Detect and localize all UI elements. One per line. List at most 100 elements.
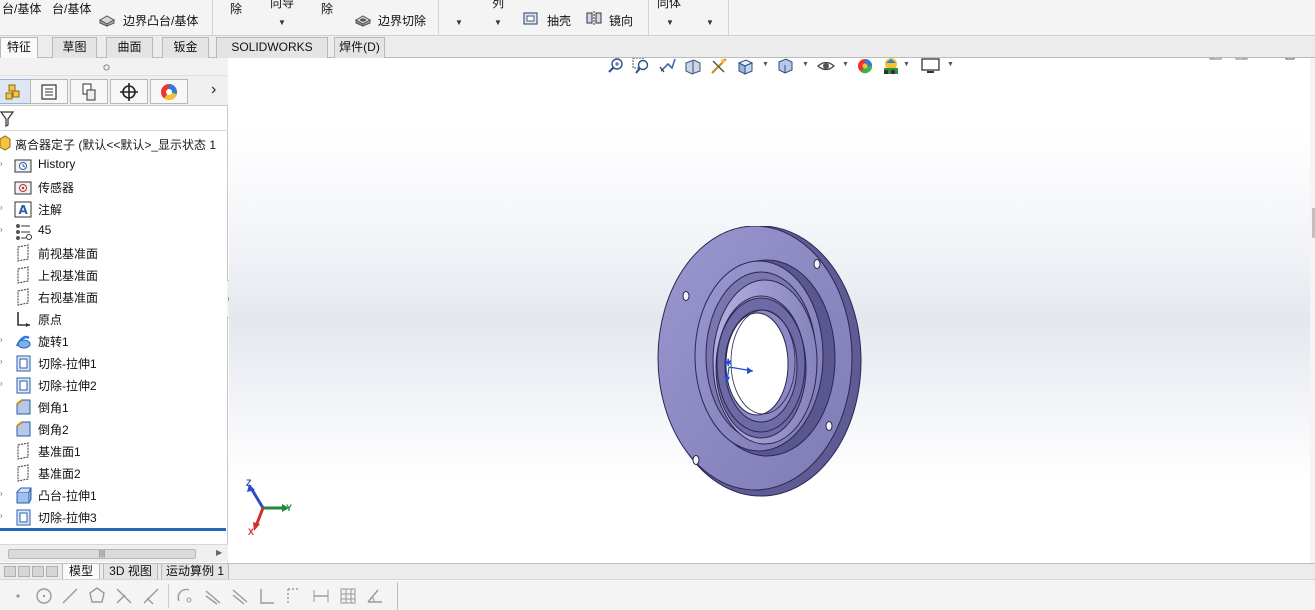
chevron-down-icon[interactable]: ▼ (666, 18, 674, 27)
chevron-down-icon[interactable]: ▼ (842, 61, 849, 68)
feature-tree-item[interactable]: › 切除-拉伸2 (0, 375, 226, 395)
expand-arrow-icon[interactable]: › (0, 511, 6, 521)
dynamic-annotation-button[interactable] (709, 58, 729, 76)
chevron-down-icon[interactable]: ▼ (494, 18, 502, 27)
tree-filter-row[interactable] (0, 107, 228, 131)
viewport-vertical-scrollbar[interactable] (1310, 58, 1315, 563)
display-manager-tab[interactable] (150, 79, 188, 104)
point-icon[interactable] (8, 586, 28, 606)
feature-tree-item[interactable]: 上视基准面 (0, 265, 226, 285)
feature-tree-item[interactable]: › 凸台-拉伸1 (0, 485, 226, 505)
chevron-down-icon[interactable]: ▼ (903, 61, 910, 68)
extend-icon[interactable] (141, 586, 161, 606)
coincident-icon[interactable] (203, 586, 223, 606)
panel-more-arrow[interactable]: › (211, 81, 216, 99)
grid-icon[interactable] (338, 586, 358, 606)
tab-sketch[interactable]: 草图 (52, 37, 97, 58)
scroll-thumb[interactable]: ||| (8, 549, 196, 559)
apply-scene-button[interactable] (881, 58, 901, 76)
feature-tree-item[interactable]: › 切除-拉伸3 (0, 507, 226, 527)
view-setting-button[interactable] (921, 58, 941, 76)
feature-tree-item[interactable]: 基准面1 (0, 441, 226, 461)
feature-tree-item[interactable]: › History (0, 155, 226, 175)
combine-label[interactable]: 同体 (657, 0, 681, 11)
feature-tree-item[interactable]: 原点 (0, 309, 226, 329)
previous-view-button[interactable] (657, 58, 677, 76)
shell-icon[interactable] (522, 10, 540, 26)
section-view-button[interactable] (683, 58, 703, 76)
expand-arrow-icon[interactable]: › (0, 159, 6, 169)
parallel-icon[interactable] (230, 586, 250, 606)
panel-grip[interactable] (0, 58, 228, 76)
pattern-label[interactable]: 列 (492, 0, 504, 11)
feature-tree-item[interactable]: 倒角1 (0, 397, 226, 417)
tab-solidworks-mbd[interactable]: SOLIDWORKS MBD (216, 37, 328, 73)
expand-arrow-icon[interactable]: › (0, 335, 6, 345)
feature-manager-tab[interactable] (0, 79, 32, 104)
minimize-window-icon[interactable] (1261, 58, 1275, 61)
first-tab-nav-button[interactable] (4, 566, 16, 577)
property-manager-tab[interactable] (30, 79, 68, 104)
tab-3d-views[interactable]: 3D 视图 (103, 564, 158, 580)
feature-tree-item[interactable]: 传感器 (0, 177, 226, 197)
chevron-down-icon[interactable]: ▼ (762, 61, 769, 68)
configuration-manager-tab[interactable] (70, 79, 108, 104)
feature-tree-item[interactable]: 基准面2 (0, 463, 226, 483)
angle-icon[interactable] (365, 586, 385, 606)
next-tab-nav-button[interactable] (32, 566, 44, 577)
cut-button-label[interactable]: 除 (230, 0, 242, 17)
chevron-down-icon[interactable]: ▼ (947, 61, 954, 68)
feature-tree-item[interactable]: 右视基准面 (0, 287, 226, 307)
mirror-button-label[interactable]: 镜向 (609, 12, 633, 29)
fix-icon[interactable] (284, 586, 304, 606)
feature-tree-item[interactable]: 前视基准面 (0, 243, 226, 263)
perpendicular-icon[interactable] (257, 586, 277, 606)
expand-arrow-icon[interactable]: › (0, 379, 6, 389)
expand-arrow-icon[interactable]: › (0, 357, 6, 367)
dimxpert-manager-tab[interactable] (110, 79, 148, 104)
feature-tree-item[interactable]: › 切除-拉伸1 (0, 353, 226, 373)
boundary-boss-icon[interactable] (98, 11, 116, 27)
view-orientation-button[interactable] (735, 58, 755, 76)
boss-base-2-button-label[interactable]: 台/基体 (52, 0, 91, 17)
display-style-button[interactable] (775, 58, 795, 76)
expand-arrow-icon[interactable]: › (0, 489, 6, 499)
hide-show-items-button[interactable] (816, 58, 836, 76)
zoom-to-fit-button[interactable] (606, 58, 626, 76)
rollback-bar[interactable] (0, 528, 226, 531)
restore-window-icon[interactable] (1285, 58, 1299, 61)
chevron-down-icon[interactable]: ▼ (455, 18, 463, 27)
graphics-viewport[interactable]: ▼ ▼ ▼ ▼ ▼ ✱ Z Y X (229, 58, 1315, 563)
tab-sheet-metal[interactable]: 钣金 (162, 37, 209, 58)
feature-tree-item[interactable]: › A 注解 (0, 199, 226, 219)
clutch-stator-model[interactable]: ✱ (649, 226, 869, 506)
edit-appearance-button[interactable] (856, 58, 876, 76)
boundary-cut-button-label[interactable]: 边界切除 (378, 12, 426, 29)
boss-base-button-label[interactable]: 台/基体 (2, 0, 41, 17)
horizontal-dimension-icon[interactable] (311, 586, 331, 606)
line-icon[interactable] (60, 586, 80, 606)
trim-icon[interactable] (114, 586, 134, 606)
tile-left-icon[interactable] (1209, 58, 1223, 61)
feature-tree-item[interactable]: › 45 (0, 221, 226, 241)
tree-root-part[interactable]: 离合器定子 (默认<<默认>_显示状态 1 (0, 135, 228, 153)
shell-button-label[interactable]: 抽壳 (547, 12, 571, 29)
tab-surfaces[interactable]: 曲面 (106, 37, 153, 58)
circle-icon[interactable] (34, 586, 54, 606)
scroll-right-arrow-icon[interactable]: ▶ (216, 548, 222, 557)
zoom-to-area-button[interactable] (631, 58, 651, 76)
polygon-icon[interactable] (87, 586, 107, 606)
last-tab-nav-button[interactable] (46, 566, 58, 577)
tab-features[interactable]: 特征 (0, 37, 38, 59)
tab-motion-study-1[interactable]: 运动算例 1 (161, 564, 229, 580)
feature-tree-item[interactable]: › 旋转1 (0, 331, 226, 351)
tab-model[interactable]: 模型 (62, 564, 100, 580)
cut-2-button-label[interactable]: 除 (321, 0, 333, 17)
boundary-boss-button-label[interactable]: 边界凸台/基体 (123, 12, 198, 29)
panel-horizontal-scrollbar[interactable]: ||| ▶ (0, 544, 228, 562)
filter-icon[interactable] (0, 111, 14, 127)
chevron-down-icon[interactable]: ▼ (278, 18, 286, 27)
feature-tree-item[interactable]: 倒角2 (0, 419, 226, 439)
boundary-cut-icon[interactable] (354, 11, 372, 27)
expand-arrow-icon[interactable]: › (0, 225, 6, 235)
